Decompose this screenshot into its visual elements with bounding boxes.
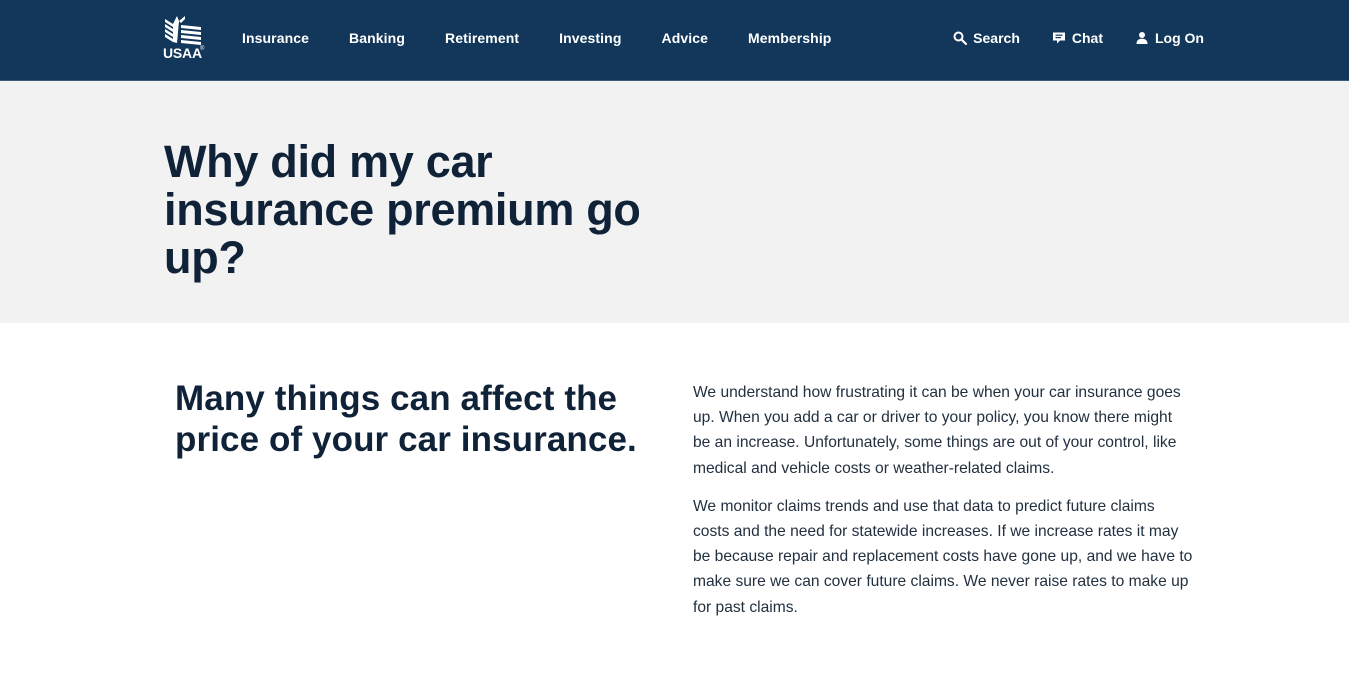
section-body: We understand how frustrating it can be … [693,380,1193,633]
nav-retirement[interactable]: Retirement [445,30,519,46]
nav-banking[interactable]: Banking [349,30,405,46]
page-title: Why did my car insurance premium go up? [164,136,641,283]
utility-nav: Search Chat Log On [921,0,1204,76]
search-icon [953,31,968,45]
logo-registered-mark: ® [200,46,205,52]
search-button[interactable]: Search [953,30,1020,46]
main-nav: Insurance Banking Retirement Investing A… [242,0,871,76]
log-on-button[interactable]: Log On [1135,30,1204,46]
nav-investing[interactable]: Investing [559,30,621,46]
usaa-logo[interactable]: USAA ® [163,15,207,61]
body-paragraph: We monitor claims trends and use that da… [693,497,1193,616]
site-header: USAA ® Insurance Banking Retirement Inve… [0,0,1349,81]
chat-label: Chat [1071,30,1103,46]
log-on-label: Log On [1155,30,1204,46]
eagle-icon [165,16,201,45]
user-icon [1135,31,1149,45]
logo-text: USAA [163,45,202,61]
hero-banner: Why did my car insurance premium go up? [0,81,1349,323]
body-paragraph: We understand how frustrating it can be … [693,384,1181,477]
section-heading: Many things can affect the price of your… [175,379,637,459]
nav-advice[interactable]: Advice [661,30,708,46]
nav-insurance[interactable]: Insurance [242,30,309,46]
search-label: Search [973,30,1020,46]
nav-membership[interactable]: Membership [748,30,831,46]
chat-icon [1052,31,1066,45]
chat-button[interactable]: Chat [1052,30,1103,46]
